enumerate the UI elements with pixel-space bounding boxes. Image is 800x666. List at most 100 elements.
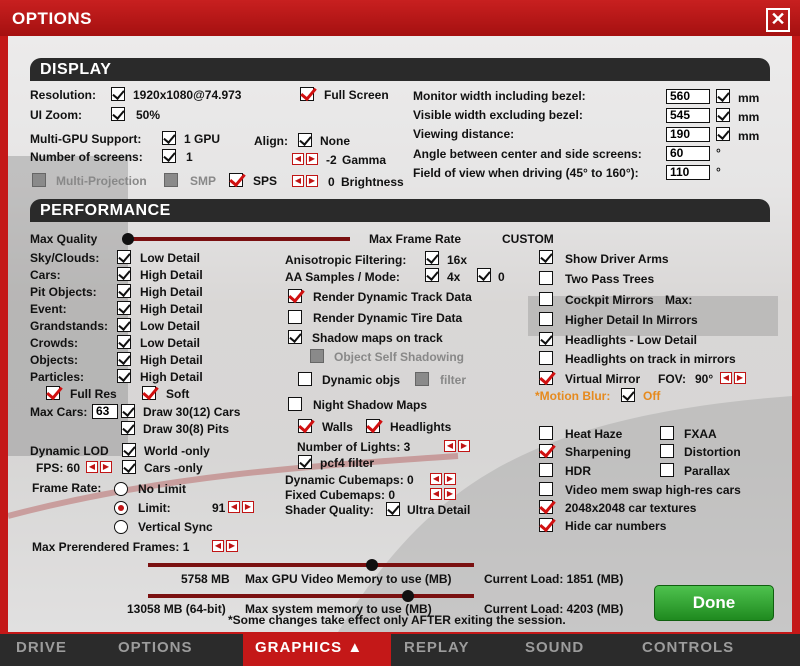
gamma-right-arrow-icon[interactable]: ▶ <box>306 153 318 165</box>
lights-right-arrow-icon[interactable]: ▶ <box>458 440 470 452</box>
fps-left-arrow-icon[interactable]: ◀ <box>86 461 98 473</box>
sys-memory-slider-knob[interactable] <box>402 590 414 602</box>
quality-slider-knob[interactable] <box>122 233 134 245</box>
detail-row-dropdown[interactable] <box>117 267 131 281</box>
tab-graphics[interactable]: GRAPHICS ▲ <box>243 634 391 666</box>
fov-left-arrow-icon[interactable]: ◀ <box>720 372 732 384</box>
gpu-memory-slider-knob[interactable] <box>366 559 378 571</box>
render-track-checkbox[interactable] <box>288 289 302 303</box>
virtual-mirror-checkbox[interactable] <box>539 371 553 385</box>
car-textures-checkbox[interactable] <box>539 500 553 514</box>
tab-drive[interactable]: DRIVE <box>16 634 67 666</box>
detail-row-dropdown[interactable] <box>117 250 131 264</box>
fullscreen-checkbox[interactable] <box>300 87 314 101</box>
hdr-checkbox[interactable] <box>539 463 553 477</box>
max-cars-field[interactable]: 63 <box>92 404 118 419</box>
shader-quality-dropdown[interactable] <box>386 502 400 516</box>
prerendered-right-arrow-icon[interactable]: ▶ <box>226 540 238 552</box>
world-only-checkbox[interactable] <box>122 443 136 457</box>
fov-field[interactable]: 110 <box>666 165 710 180</box>
aa-samples-dropdown[interactable] <box>425 268 439 282</box>
angle-field[interactable]: 60 <box>666 146 710 161</box>
show-arms-checkbox[interactable] <box>539 250 553 264</box>
dyn-cubemaps-left-arrow-icon[interactable]: ◀ <box>430 473 442 485</box>
multigpu-dropdown[interactable] <box>162 131 176 145</box>
heat-haze-checkbox[interactable] <box>539 426 553 440</box>
aa-mode-dropdown[interactable] <box>477 268 491 282</box>
tab-replay[interactable]: REPLAY <box>404 634 469 666</box>
aniso-dropdown[interactable] <box>425 251 439 265</box>
visible-width-field[interactable]: 545 <box>666 108 710 123</box>
sharpening-checkbox[interactable] <box>539 444 553 458</box>
fxaa-checkbox[interactable] <box>660 426 674 440</box>
quality-slider-track[interactable] <box>126 237 350 241</box>
align-dropdown[interactable] <box>298 133 312 147</box>
screens-dropdown[interactable] <box>162 149 176 163</box>
limit-radio[interactable] <box>114 501 128 515</box>
gamma-left-arrow-icon[interactable]: ◀ <box>292 153 304 165</box>
headlights-shadow-checkbox[interactable] <box>366 419 380 433</box>
fixed-cubemaps-right-arrow-icon[interactable]: ▶ <box>444 488 456 500</box>
detail-row-dropdown[interactable] <box>117 352 131 366</box>
fov-right-arrow-icon[interactable]: ▶ <box>734 372 746 384</box>
video-swap-checkbox[interactable] <box>539 482 553 496</box>
monitor-width-dropdown[interactable] <box>716 89 730 103</box>
draw-pits-checkbox[interactable] <box>121 421 135 435</box>
cars-only-checkbox[interactable] <box>122 460 136 474</box>
done-button[interactable]: Done <box>654 585 774 621</box>
dynamic-objs-checkbox[interactable] <box>298 372 312 386</box>
smp-checkbox[interactable] <box>164 173 178 187</box>
detail-row-dropdown[interactable] <box>117 369 131 383</box>
draw-cars-checkbox[interactable] <box>121 404 135 418</box>
uizoom-dropdown[interactable] <box>111 107 125 121</box>
sys-memory-slider-track[interactable] <box>148 594 474 598</box>
vsync-radio[interactable] <box>114 520 128 534</box>
headlights-low-checkbox[interactable] <box>539 332 553 346</box>
distortion-checkbox[interactable] <box>660 444 674 458</box>
higher-detail-mirrors-checkbox[interactable] <box>539 312 553 326</box>
close-icon[interactable]: ✕ <box>766 8 790 32</box>
tab-options[interactable]: OPTIONS <box>118 634 193 666</box>
fixed-cubemaps-left-arrow-icon[interactable]: ◀ <box>430 488 442 500</box>
hide-numbers-checkbox[interactable] <box>539 518 553 532</box>
brightness-left-arrow-icon[interactable]: ◀ <box>292 175 304 187</box>
tab-controls[interactable]: CONTROLS <box>642 634 734 666</box>
monitor-width-field[interactable]: 560 <box>666 89 710 104</box>
limit-left-arrow-icon[interactable]: ◀ <box>228 501 240 513</box>
night-shadow-checkbox[interactable] <box>288 397 302 411</box>
soft-checkbox[interactable] <box>142 386 156 400</box>
resolution-dropdown[interactable] <box>111 87 125 101</box>
sps-label: SPS <box>253 174 278 188</box>
shadow-track-checkbox[interactable] <box>288 330 302 344</box>
render-tire-checkbox[interactable] <box>288 310 302 324</box>
viewing-distance-dropdown[interactable] <box>716 127 730 141</box>
viewing-distance-field[interactable]: 190 <box>666 127 710 142</box>
visible-width-dropdown[interactable] <box>716 108 730 122</box>
sps-checkbox[interactable] <box>229 173 243 187</box>
brightness-right-arrow-icon[interactable]: ▶ <box>306 175 318 187</box>
detail-row-dropdown[interactable] <box>117 301 131 315</box>
prerendered-left-arrow-icon[interactable]: ◀ <box>212 540 224 552</box>
detail-row-label: Pit Objects: <box>30 285 97 299</box>
multiprojection-checkbox[interactable] <box>32 173 46 187</box>
filter-checkbox[interactable] <box>415 372 429 386</box>
object-self-shadow-checkbox[interactable] <box>310 349 324 363</box>
tab-sound[interactable]: SOUND <box>525 634 584 666</box>
detail-row-dropdown[interactable] <box>117 318 131 332</box>
dyn-cubemaps-right-arrow-icon[interactable]: ▶ <box>444 473 456 485</box>
no-limit-radio[interactable] <box>114 482 128 496</box>
pcf4-checkbox[interactable] <box>298 455 312 469</box>
detail-row-dropdown[interactable] <box>117 284 131 298</box>
two-pass-checkbox[interactable] <box>539 271 553 285</box>
fps-right-arrow-icon[interactable]: ▶ <box>100 461 112 473</box>
headlights-track-mirrors-checkbox[interactable] <box>539 351 553 365</box>
fullres-checkbox[interactable] <box>46 386 60 400</box>
detail-row-dropdown[interactable] <box>117 335 131 349</box>
gpu-memory-slider-track[interactable] <box>148 563 474 567</box>
lights-left-arrow-icon[interactable]: ◀ <box>444 440 456 452</box>
parallax-checkbox[interactable] <box>660 463 674 477</box>
motion-blur-dropdown[interactable] <box>621 388 635 402</box>
limit-right-arrow-icon[interactable]: ▶ <box>242 501 254 513</box>
walls-checkbox[interactable] <box>298 419 312 433</box>
cockpit-mirrors-checkbox[interactable] <box>539 292 553 306</box>
